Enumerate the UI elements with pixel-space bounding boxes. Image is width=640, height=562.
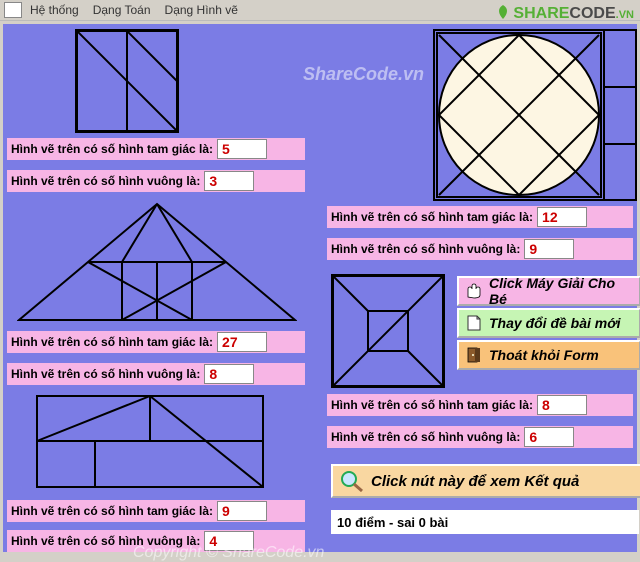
label-triangles: Hình vẽ trên có số hình tam giác là: [7,504,217,518]
fig-e-tri-value[interactable]: 8 [537,395,587,415]
logo-part1: SHARE [513,5,569,22]
label-squares: Hình vẽ trên có số hình vuông là: [327,430,524,444]
fig-d-tri-value[interactable]: 12 [537,207,587,227]
fig-b-tri-value[interactable]: 27 [217,332,267,352]
new-button-label: Thay đổi đề bài mới [489,315,621,331]
solve-button[interactable]: Click Máy Giải Cho Bé [457,276,640,306]
label-triangles: Hình vẽ trên có số hình tam giác là: [7,142,217,156]
app-icon [4,2,22,18]
label-squares: Hình vẽ trên có số hình vuông là: [7,174,204,188]
label-squares: Hình vẽ trên có số hình vuông là: [7,534,204,548]
logo-part2: CODE [569,5,615,22]
figure-b [17,202,297,322]
square-diag-icon [77,31,177,131]
label-squares: Hình vẽ trên có số hình vuông là: [327,242,524,256]
menu-system[interactable]: Hệ thống [30,3,79,17]
big-triangle-icon [17,202,297,322]
menu-math[interactable]: Dạng Toán [93,3,151,17]
fig-c-icon [35,394,265,489]
fig-a-sq-row: Hình vẽ trên có số hình vuông là: 3 [7,170,305,192]
fig-c-tri-value[interactable]: 9 [217,501,267,521]
fig-b-sq-value[interactable]: 8 [204,364,254,384]
result-text: 10 điểm - sai 0 bài [337,515,448,530]
solve-button-label: Click Máy Giải Cho Bé [489,275,633,307]
result-bar: 10 điểm - sai 0 bài [331,510,639,534]
figure-e [331,274,445,388]
label-squares: Hình vẽ trên có số hình vuông là: [7,367,204,381]
label-triangles: Hình vẽ trên có số hình tam giác là: [7,335,217,349]
fig-b-sq-row: Hình vẽ trên có số hình vuông là: 8 [7,363,305,385]
fig-e-tri-row: Hình vẽ trên có số hình tam giác là: 8 [327,394,633,416]
fig-e-icon [333,276,443,386]
fig-d-tri-row: Hình vẽ trên có số hình tam giác là: 12 [327,206,633,228]
fig-e-sq-value[interactable]: 6 [524,427,574,447]
door-icon [465,347,483,363]
figure-a [75,29,179,133]
fig-d-sq-row: Hình vẽ trên có số hình vuông là: 9 [327,238,633,260]
watermark-url: ShareCode.vn [303,64,424,85]
file-icon [465,315,483,331]
figure-d-grid [603,29,637,201]
sharecode-logo: SHARECODE.VN [493,4,634,23]
fig-c-tri-row: Hình vẽ trên có số hình tam giác là: 9 [7,500,305,522]
magnifier-icon [339,470,365,492]
figure-d [433,29,605,201]
leaf-icon [493,4,513,20]
menu-draw[interactable]: Dạng Hình vẽ [165,3,238,17]
exit-button[interactable]: Thoát khỏi Form [457,340,640,370]
new-button[interactable]: Thay đổi đề bài mới [457,308,640,338]
fig-b-tri-row: Hình vẽ trên có số hình tam giác là: 27 [7,331,305,353]
main-canvas: Hình vẽ trên có số hình tam giác là: 5 H… [3,24,637,552]
label-triangles: Hình vẽ trên có số hình tam giác là: [327,210,537,224]
fig-a-tri-value[interactable]: 5 [217,139,267,159]
fig-e-sq-row: Hình vẽ trên có số hình vuông là: 6 [327,426,633,448]
label-triangles: Hình vẽ trên có số hình tam giác là: [327,398,537,412]
result-button-label: Click nút này để xem Kết quả [371,473,579,490]
fig-c-sq-row: Hình vẽ trên có số hình vuông là: 4 [7,530,305,552]
fig-a-tri-row: Hình vẽ trên có số hình tam giác là: 5 [7,138,305,160]
exit-button-label: Thoát khỏi Form [489,347,599,363]
fig-c-sq-value[interactable]: 4 [204,531,254,551]
figure-c [35,394,265,489]
hand-icon [465,283,483,299]
circle-diamond-icon [435,31,603,199]
result-button[interactable]: Click nút này để xem Kết quả [331,464,640,498]
logo-suffix: .VN [616,9,634,21]
fig-a-sq-value[interactable]: 3 [204,171,254,191]
fig-d-sq-value[interactable]: 9 [524,239,574,259]
